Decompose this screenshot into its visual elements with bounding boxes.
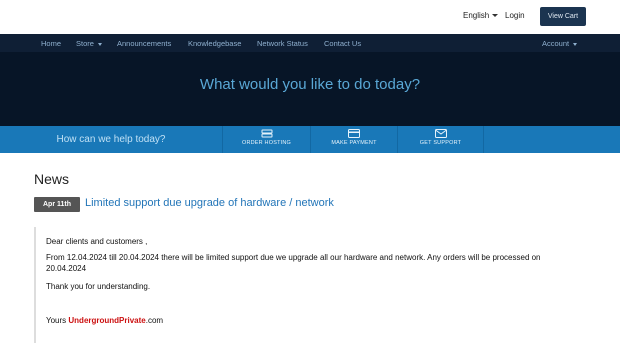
signoff-suffix: .com	[145, 316, 164, 325]
article-paragraph: From 12.04.2024 till 20.04.2024 there wi…	[46, 253, 541, 273]
signoff-prefix: Yours	[46, 316, 69, 325]
nav-home[interactable]: Home	[41, 39, 61, 48]
order-hosting-label: ORDER HOSTING	[241, 140, 292, 146]
top-bar: English Login View Cart	[0, 0, 620, 34]
make-payment-label: MAKE PAYMENT	[331, 140, 377, 146]
order-hosting-button[interactable]: ORDER HOSTING	[222, 126, 310, 153]
nav-network-status[interactable]: Network Status	[257, 39, 308, 48]
hero-title: What would you like to do today?	[199, 76, 421, 93]
brand-name: UndergroundPrivate	[68, 316, 146, 325]
chevron-down-icon	[97, 42, 102, 46]
nav-store-label: Store	[76, 39, 94, 48]
chevron-down-icon	[492, 14, 499, 18]
credit-card-icon	[348, 129, 360, 138]
get-support-button[interactable]: GET SUPPORT	[397, 126, 484, 153]
help-prompt: How can we help today?	[56, 134, 166, 145]
news-heading: News	[34, 171, 70, 187]
get-support-label: GET SUPPORT	[419, 140, 462, 146]
action-bar: How can we help today? ORDER HOSTING MAK…	[0, 126, 620, 153]
make-payment-button[interactable]: MAKE PAYMENT	[310, 126, 397, 153]
nav-store[interactable]: Store	[76, 39, 102, 48]
article-greeting: Dear clients and customers ,	[46, 237, 148, 246]
login-link[interactable]: Login	[505, 11, 525, 20]
envelope-icon	[434, 129, 447, 138]
nav-account[interactable]: Account	[542, 39, 578, 48]
server-icon	[261, 129, 272, 138]
language-label: English	[463, 11, 490, 20]
nav-contact-us[interactable]: Contact Us	[324, 39, 361, 48]
date-badge: Apr 11th	[34, 197, 80, 212]
article-body: Dear clients and customers , From 12.04.…	[34, 227, 620, 343]
article-signoff: Yours UndergroundPrivate.com	[46, 315, 163, 326]
main-nav: Home Store Announcements Knowledgebase N…	[0, 34, 620, 52]
language-selector[interactable]: English	[463, 11, 499, 20]
nav-account-label: Account	[542, 39, 570, 48]
nav-knowledgebase[interactable]: Knowledgebase	[188, 39, 241, 48]
article-title-link[interactable]: Limited support due upgrade of hardware …	[85, 197, 334, 209]
article-thanks: Thank you for understanding.	[46, 282, 151, 291]
chevron-down-icon	[573, 42, 578, 46]
nav-announcements[interactable]: Announcements	[117, 39, 171, 48]
hero-banner: What would you like to do today?	[0, 52, 620, 126]
view-cart-button[interactable]: View Cart	[540, 7, 586, 26]
